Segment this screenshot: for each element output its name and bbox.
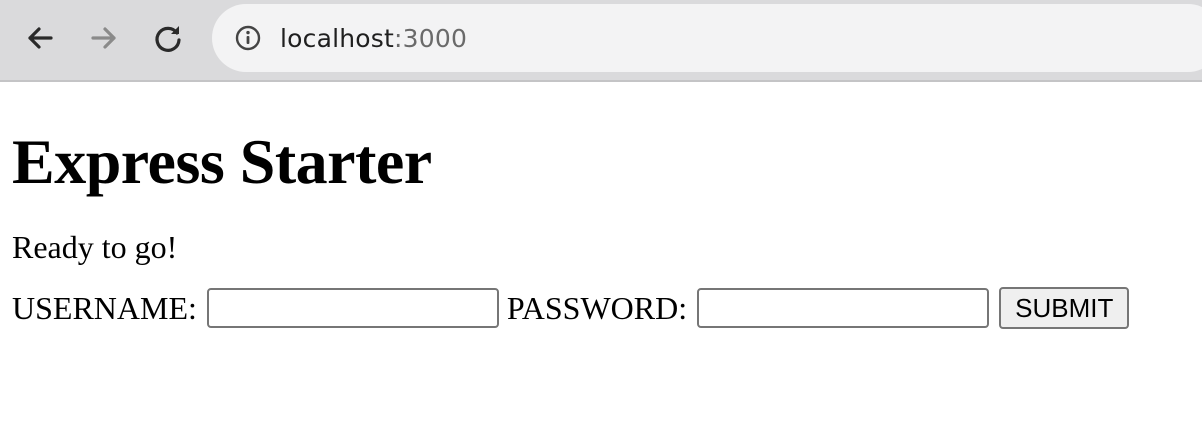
url-port: :3000 (394, 23, 468, 53)
intro-text: Ready to go! (12, 229, 178, 265)
reload-button[interactable] (150, 20, 186, 56)
back-button[interactable] (22, 20, 58, 56)
password-label: PASSWORD: (506, 290, 688, 326)
username-input[interactable] (206, 288, 499, 328)
login-form: USERNAME: PASSWORD: SUBMIT (12, 286, 1202, 330)
info-icon[interactable] (234, 24, 262, 52)
page-title: Express Starter (12, 126, 432, 197)
forward-button[interactable] (86, 20, 122, 56)
reload-icon (155, 26, 181, 52)
url-text: localhost:3000 (280, 24, 467, 53)
address-bar[interactable]: localhost:3000 (212, 4, 1202, 72)
submit-button[interactable]: SUBMIT (999, 287, 1130, 329)
browser-toolbar: localhost:3000 (0, 0, 1202, 82)
password-input[interactable] (697, 288, 990, 328)
username-label: USERNAME: (12, 290, 197, 326)
page-content: Express Starter Ready to go! USERNAME: P… (0, 82, 1202, 330)
url-host: localhost (280, 23, 395, 53)
arrow-left-icon (28, 27, 53, 49)
arrow-right-icon (91, 27, 116, 49)
